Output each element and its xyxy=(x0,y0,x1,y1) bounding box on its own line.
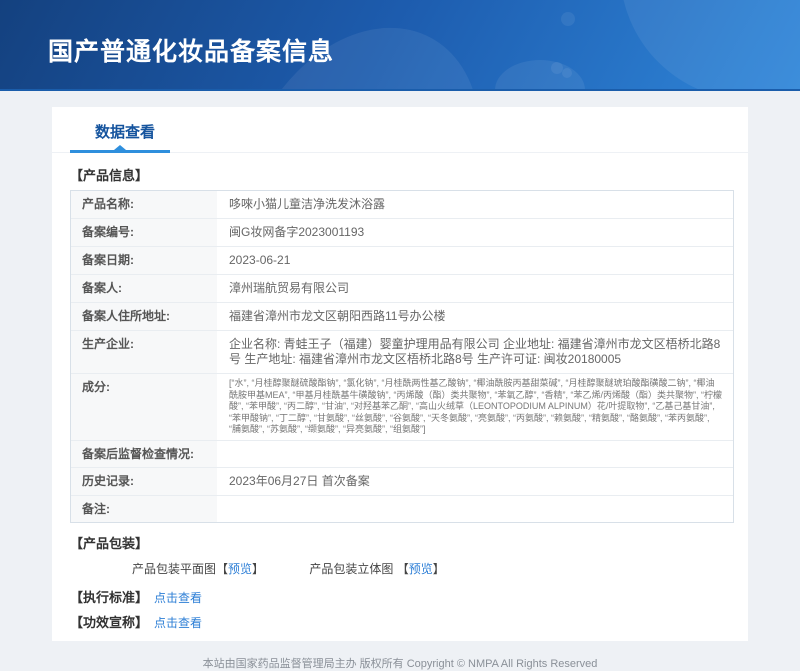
product-info-section-title: 【产品信息】 xyxy=(70,168,149,183)
tab-active-indicator xyxy=(70,145,170,153)
row-label: 备案日期: xyxy=(71,247,217,274)
standard-line: 【执行标准】 点击查看 xyxy=(70,587,730,606)
row-value xyxy=(217,496,733,522)
tab-strip: 数据查看 xyxy=(52,107,748,153)
page-title: 国产普通化妆品备案信息 xyxy=(48,38,335,66)
product-info-table: 产品名称: 哆唻小猫儿童洁净洗发沐浴露 备案编号: 闽G妆网备字20230011… xyxy=(70,190,734,523)
standard-label: 【执行标准】 xyxy=(70,589,149,605)
bracket-open: 【 xyxy=(216,561,229,576)
row-value: [“水”, “月桂醇聚醚硫酸酯钠”, “氯化钠”, “月桂酰两性基乙酸钠”, “… xyxy=(229,378,722,434)
row-value: 2023年06月27日 首次备案 xyxy=(229,473,370,488)
packaging-previews: 产品包装平面图【预览】 产品包装立体图 【预览】 xyxy=(132,560,730,577)
row-value: 企业名称: 青蛙王子（福建）婴童护理用品有限公司 企业地址: 福建省漳州市龙文区… xyxy=(229,337,721,366)
row-label: 备案人: xyxy=(71,275,217,302)
row-label: 备案后监督检查情况: xyxy=(71,440,217,467)
packaging-stereo-label: 产品包装立体图 xyxy=(309,561,394,576)
row-label: 历史记录: xyxy=(71,467,217,495)
footer-copyright: 本站由国家药品监督管理局主办 版权所有 Copyright © NMPA All… xyxy=(202,657,598,670)
standard-view-link[interactable]: 点击查看 xyxy=(154,591,202,605)
banner-decor-circle xyxy=(620,0,800,89)
row-value: 漳州瑞航贸易有限公司 xyxy=(229,281,350,295)
row-label: 备注: xyxy=(71,495,217,522)
packaging-flat-label: 产品包装平面图 xyxy=(132,561,217,576)
row-label: 生产企业: xyxy=(71,331,217,373)
row-label: 产品名称: xyxy=(71,191,217,218)
row-value xyxy=(217,441,733,467)
row-value: 福建省漳州市龙文区朝阳西路11号办公楼 xyxy=(229,309,446,323)
row-value: 闽G妆网备字2023001193 xyxy=(229,225,365,239)
bracket-open: 【 xyxy=(396,561,409,576)
row-supervision: 备案后监督检查情况: xyxy=(71,439,733,467)
row-ingredients: 成分: [“水”, “月桂醇聚醚硫酸酯钠”, “氯化钠”, “月桂酰两性基乙酸钠… xyxy=(71,373,733,440)
packaging-stereo-preview-link[interactable]: 预览 xyxy=(409,562,433,576)
packaging-flat-preview-link[interactable]: 预览 xyxy=(228,562,252,576)
bracket-close: 】 xyxy=(432,561,445,576)
packaging-flat-item: 产品包装平面图【预览】 xyxy=(132,562,264,576)
efficacy-line: 【功效宣称】 点击查看 xyxy=(70,612,730,631)
row-label: 备案人住所地址: xyxy=(71,303,217,330)
row-manufacturer: 生产企业: 企业名称: 青蛙王子（福建）婴童护理用品有限公司 企业地址: 福建省… xyxy=(71,330,733,373)
row-remarks: 备注: xyxy=(71,494,733,522)
page-banner: 国产普通化妆品备案信息 xyxy=(0,0,800,91)
tab-data-view[interactable]: 数据查看 xyxy=(95,121,155,142)
row-label: 成分: xyxy=(71,374,217,440)
banner-decor-bubble xyxy=(495,60,585,89)
packaging-stereo-item: 产品包装立体图 【预览】 xyxy=(309,562,444,576)
bracket-close: 】 xyxy=(252,561,265,576)
row-product-name: 产品名称: 哆唻小猫儿童洁净洗发沐浴露 xyxy=(71,191,733,218)
row-value: 2023-06-21 xyxy=(229,253,291,267)
efficacy-view-link[interactable]: 点击查看 xyxy=(154,616,202,630)
row-filing-number: 备案编号: 闽G妆网备字2023001193 xyxy=(71,218,733,246)
efficacy-label: 【功效宣称】 xyxy=(70,614,149,630)
content-card: 数据查看 【产品信息】 产品名称: 哆唻小猫儿童洁净洗发沐浴露 备案编号: 闽G… xyxy=(52,107,748,641)
row-filer: 备案人: 漳州瑞航贸易有限公司 xyxy=(71,274,733,302)
row-filing-date: 备案日期: 2023-06-21 xyxy=(71,246,733,274)
row-history: 历史记录: 2023年06月27日 首次备案 xyxy=(71,466,733,495)
row-value: 哆唻小猫儿童洁净洗发沐浴露 xyxy=(229,197,386,211)
banner-decor-bubble xyxy=(561,12,575,26)
row-filer-address: 备案人住所地址: 福建省漳州市龙文区朝阳西路11号办公楼 xyxy=(71,302,733,330)
row-label: 备案编号: xyxy=(71,219,217,246)
packaging-section: 【产品包装】 产品包装平面图【预览】 产品包装立体图 【预览】 【执行标准】 点击… xyxy=(70,533,730,631)
packaging-section-title: 【产品包装】 xyxy=(70,535,149,551)
